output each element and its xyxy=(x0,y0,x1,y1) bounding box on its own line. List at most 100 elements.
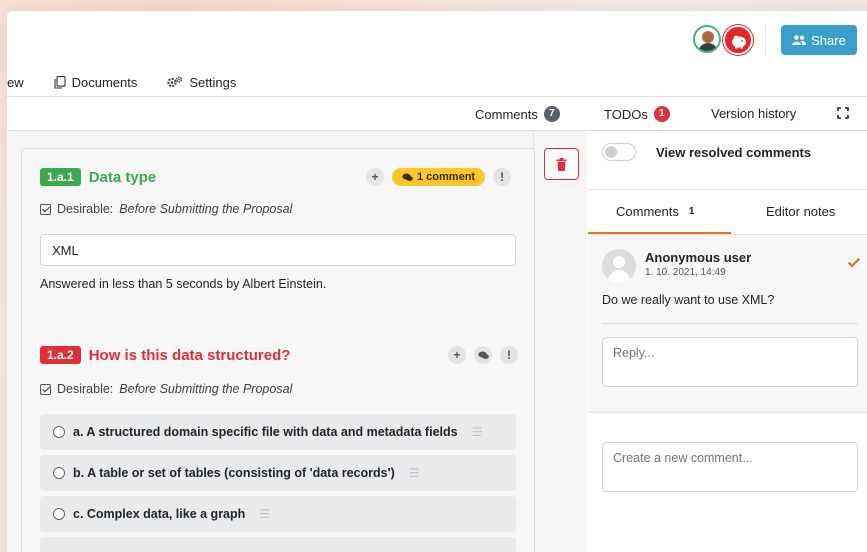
delete-button[interactable] xyxy=(544,148,579,180)
avatar xyxy=(602,249,636,283)
version-history-label: Version history xyxy=(711,106,797,121)
nav-item-documents[interactable]: Documents xyxy=(54,74,138,90)
app-window: Share ew Documents Settings Comments 7 T… xyxy=(7,11,867,552)
panel-tabs: Comments 1 Editor notes xyxy=(588,191,867,235)
question-header: 1.a.2 How is this data structured? xyxy=(40,346,290,364)
panel-divider xyxy=(588,189,867,190)
question-card: 1.a.1 Data type + 1 comment ! Desirable:… xyxy=(21,148,535,552)
exclamation-icon: ! xyxy=(500,170,505,184)
comment-text: Do we really want to use XML? xyxy=(602,293,775,307)
expand-icon[interactable] xyxy=(837,107,849,119)
list-icon: ☰ xyxy=(259,507,271,521)
nav-item-label: ew xyxy=(7,74,24,90)
desirable-phase: Before Submitting the Proposal xyxy=(119,382,293,396)
nav-item-overview[interactable]: ew xyxy=(7,75,24,90)
answer-option[interactable]: a. A structured domain specific file wit… xyxy=(40,414,516,450)
answer-option[interactable] xyxy=(40,537,516,552)
comment-count-pill[interactable]: 1 comment xyxy=(392,168,486,186)
avatar-head xyxy=(613,256,625,268)
share-button[interactable]: Share xyxy=(781,25,857,55)
tab-label: Editor notes xyxy=(766,204,836,219)
piggy-icon xyxy=(732,35,746,49)
feedback-button[interactable]: ! xyxy=(493,168,512,186)
tab-editor-notes[interactable]: Editor notes xyxy=(766,204,835,219)
todos-label: TODOs xyxy=(604,106,648,122)
question-actions: + 1 comment ! xyxy=(366,168,512,186)
add-todo-button[interactable]: + xyxy=(448,346,466,364)
check-icon[interactable] xyxy=(847,257,861,268)
question-header: 1.a.1 Data type xyxy=(40,168,156,186)
option-label: a. A structured domain specific file wit… xyxy=(73,425,458,439)
comment-thread: Anonymous user 1. 10. 2021, 14:49 Do we … xyxy=(588,235,867,413)
settings-icon xyxy=(167,76,183,88)
comment-icon xyxy=(402,173,413,181)
question-actions: + ! xyxy=(448,346,518,364)
comment-divider xyxy=(602,323,858,324)
checkbox-icon xyxy=(40,203,51,215)
todos-count-badge: 1 xyxy=(653,106,670,122)
nav-item-label: Settings xyxy=(189,74,237,90)
nav-item-settings[interactable]: Settings xyxy=(167,75,236,90)
desirable-phase: Before Submitting the Proposal xyxy=(119,202,293,216)
editor-area: 1.a.1 Data type + 1 comment ! Desirable:… xyxy=(7,131,587,552)
documents-icon xyxy=(54,75,66,89)
users-icon xyxy=(792,35,807,45)
todos-toggle[interactable]: TODOs 1 xyxy=(604,106,670,122)
reply-input[interactable] xyxy=(602,337,858,387)
comments-panel: View resolved comments Comments 1 Editor… xyxy=(588,131,867,552)
option-label: b. A table or set of tables (consisting … xyxy=(73,466,395,480)
share-label: Share xyxy=(811,32,846,48)
comment-icon xyxy=(477,351,489,359)
top-divider xyxy=(765,25,766,55)
tab-comments[interactable]: Comments 1 xyxy=(616,204,694,219)
feedback-button[interactable]: ! xyxy=(500,346,518,364)
question-number-badge: 1.a.2 xyxy=(40,346,81,364)
version-history-toggle[interactable]: Version history xyxy=(711,106,796,121)
piggy-avatar[interactable] xyxy=(723,25,753,55)
question-title: Data type xyxy=(88,168,157,186)
desirable-prefix: Desirable: xyxy=(57,382,114,396)
tab-count: 1 xyxy=(688,206,695,217)
avatar-face xyxy=(702,31,714,43)
answer-option[interactable]: c. Complex data, like a graph ☰ xyxy=(40,496,516,532)
question-title: How is this data structured? xyxy=(88,346,291,364)
nav-item-label: Documents xyxy=(71,74,138,90)
trash-icon xyxy=(556,157,567,171)
tab-label: Comments xyxy=(616,204,679,219)
desirability-label: Desirable: Before Submitting the Proposa… xyxy=(40,382,292,396)
plus-icon: + xyxy=(453,348,461,362)
comments-toggle[interactable]: Comments 7 xyxy=(475,106,560,122)
list-icon: ☰ xyxy=(408,466,420,480)
exclamation-icon: ! xyxy=(507,348,511,362)
answer-option[interactable]: b. A table or set of tables (consisting … xyxy=(40,455,516,491)
radio-button[interactable] xyxy=(53,508,65,520)
user-avatar[interactable] xyxy=(693,25,721,53)
resolved-toggle[interactable] xyxy=(602,143,636,161)
comments-label: Comments xyxy=(475,106,538,122)
radio-button[interactable] xyxy=(53,426,65,438)
comment-pill-label: 1 comment xyxy=(417,171,476,183)
comment-author: Anonymous user xyxy=(645,250,752,265)
questionnaire-column: 1.a.1 Data type + 1 comment ! Desirable:… xyxy=(7,131,535,552)
sub-toolbar: Comments 7 TODOs 1 Version history xyxy=(7,97,867,131)
answer-input[interactable] xyxy=(40,234,516,266)
top-bar: Share ew Documents Settings xyxy=(7,11,867,95)
comments-count-badge: 7 xyxy=(543,106,560,122)
avatar-body xyxy=(698,43,718,51)
resolved-toggle-label: View resolved comments xyxy=(656,144,812,160)
avatar-body xyxy=(608,270,630,283)
main-nav: ew Documents Settings xyxy=(7,69,266,95)
desirable-prefix: Desirable: xyxy=(57,202,114,216)
plus-icon: + xyxy=(371,170,379,184)
add-todo-button[interactable]: + xyxy=(366,168,384,186)
comment-button[interactable] xyxy=(474,346,492,364)
desirability-label: Desirable: Before Submitting the Proposa… xyxy=(40,202,292,216)
new-comment-input[interactable] xyxy=(602,442,858,492)
comment-date: 1. 10. 2021, 14:49 xyxy=(645,267,726,278)
list-icon: ☰ xyxy=(471,425,483,439)
question-number-badge: 1.a.1 xyxy=(40,168,81,186)
resolved-toggle-row: View resolved comments xyxy=(602,143,811,161)
answered-info: Answered in less than 5 seconds by Alber… xyxy=(40,277,327,291)
radio-button[interactable] xyxy=(53,467,65,479)
checkbox-icon xyxy=(40,383,51,395)
